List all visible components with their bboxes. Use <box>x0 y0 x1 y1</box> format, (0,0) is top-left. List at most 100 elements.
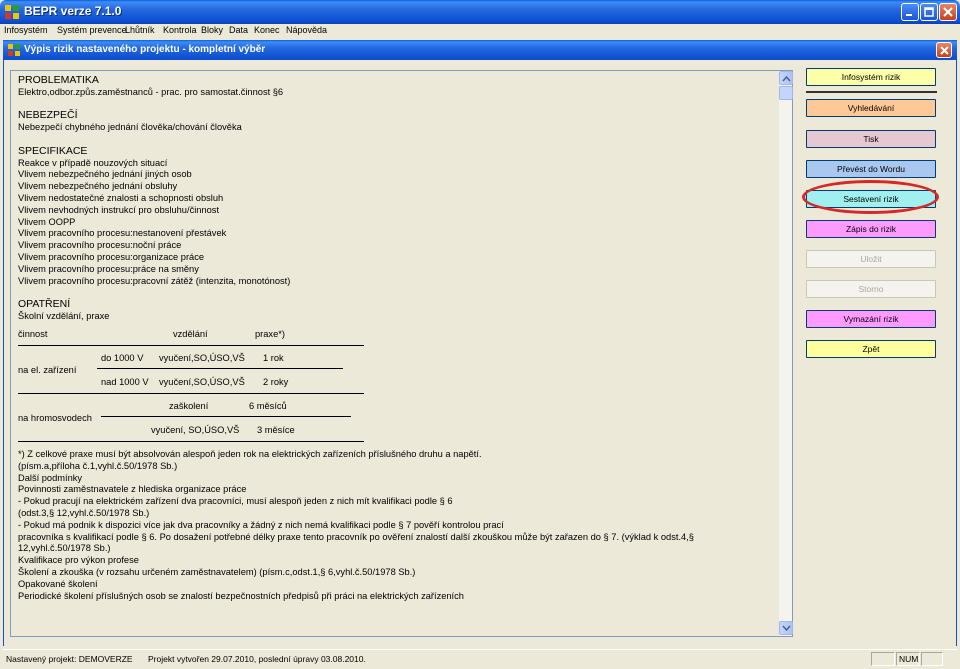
table-cell: nad 1000 V <box>101 377 149 387</box>
report-line: Školení a zkouška (v rozsahu určeném zam… <box>18 566 416 577</box>
zapis-do-rizik-button[interactable]: Zápis do rizik <box>806 220 936 238</box>
child-window-title: Výpis rizik nastaveného projektu - kompl… <box>24 44 266 55</box>
close-icon <box>940 46 949 55</box>
table-header-cell: činnost <box>18 329 48 339</box>
status-created: Projekt vytvořen 29.07.2010, poslední úp… <box>148 654 366 664</box>
report-line: Vlivem nebezpečného jednání obsluhy <box>18 181 178 192</box>
menu-data[interactable]: Data <box>229 25 248 35</box>
menu-bar: Infosystém Systém prevence Lhůtník Kontr… <box>0 24 960 38</box>
storno-button[interactable]: Storno <box>806 280 936 298</box>
vyhledavani-button[interactable]: Vyhledávání <box>806 99 936 117</box>
table-divider <box>18 441 364 442</box>
vertical-scrollbar[interactable] <box>778 71 793 636</box>
child-window-icon <box>8 44 20 56</box>
section-heading: Kvalifikace pro výkon profese <box>18 555 139 566</box>
report-line: (odst.3,§ 12,vyhl.č.50/1978 Sb.) <box>18 507 150 518</box>
report-line: Vlivem OOPP <box>18 216 76 227</box>
scroll-thumb[interactable] <box>779 86 793 100</box>
section-heading: PROBLEMATIKA <box>18 74 99 86</box>
table-cell: 1 rok <box>263 353 284 363</box>
report-line: Reakce v případě nouzových situací <box>18 157 168 168</box>
report-line: Vlivem nevhodných instrukcí pro obsluhu/… <box>18 204 220 215</box>
table-cell: 6 měsíců <box>249 401 287 411</box>
section-heading: Další podmínky <box>18 472 83 483</box>
table-divider <box>18 345 364 346</box>
report-line: Povinnosti zaměstnavatele z hlediska org… <box>18 484 247 495</box>
report-line: Periodické školení příslušných osob se z… <box>18 590 464 601</box>
report-line: Vlivem pracovního procesu:organizace prá… <box>18 251 205 262</box>
button-divider <box>806 91 937 93</box>
report-line: Vlivem pracovního procesu:nestanovení př… <box>18 228 227 239</box>
table-header-cell: praxe*) <box>255 329 285 339</box>
chevron-down-icon <box>782 625 791 632</box>
menu-konec[interactable]: Konec <box>254 25 280 35</box>
chevron-up-icon <box>782 75 791 82</box>
vymazani-rizik-button[interactable]: Vymazání rizik <box>806 310 936 328</box>
maximize-icon <box>924 7 934 17</box>
ulozit-button[interactable]: Uložit <box>806 250 936 268</box>
report-line: *) Z celkové praxe musí být absolvován a… <box>18 449 482 459</box>
report-line: (písm.a,příloha č.1,vyhl.č.50/1978 Sb.) <box>18 460 178 471</box>
risk-report-textarea[interactable]: PROBLEMATIKA Elektro,odbor.způs.zaměstna… <box>10 70 793 637</box>
table-cell: 3 měsíce <box>257 425 295 435</box>
table-cell: na el. zařízení <box>18 365 77 375</box>
section-heading: OPATŘENÍ <box>18 298 71 311</box>
table-header-cell: vzdělání <box>173 329 208 339</box>
report-line: - Pokud pracují na elektrickém zařízení … <box>18 496 453 507</box>
section-heading: SPECIFIKACE <box>18 144 88 157</box>
scroll-down-button[interactable] <box>779 621 793 635</box>
report-content: PROBLEMATIKA Elektro,odbor.způs.zaměstna… <box>18 74 778 323</box>
menu-bloky[interactable]: Bloky <box>201 25 223 35</box>
table-divider <box>18 393 364 394</box>
table-cell: do 1000 V <box>101 353 144 363</box>
table-cell: vyučení,SO,ÚSO,VŠ <box>159 377 245 387</box>
status-num-panel: NUM <box>896 652 920 666</box>
scroll-up-button[interactable] <box>779 71 793 85</box>
minimize-button[interactable] <box>901 3 919 21</box>
table-cell: 2 roky <box>263 377 289 387</box>
section-heading: NEBEZPEČÍ <box>18 109 78 122</box>
report-content-lower: *) Z celkové praxe musí být absolvován a… <box>18 449 778 602</box>
menu-kontrola[interactable]: Kontrola <box>163 25 197 35</box>
report-line: Vlivem nebezpečného jednání jiných osob <box>18 169 192 180</box>
status-scrl-panel <box>921 652 943 666</box>
table-cell: zaškolení <box>169 401 209 411</box>
status-bar: Nastavený projekt: DEMOVERZE Projekt vyt… <box>3 649 957 666</box>
menu-napoveda[interactable]: Nápověda <box>286 25 327 35</box>
section-heading: Opakované školení <box>18 578 98 589</box>
report-line: 12,vyhl.č.50/1978 Sb.) <box>18 543 111 554</box>
report-line: - Pokud má podnik k dispozici více jak d… <box>18 519 504 530</box>
minimize-icon <box>906 14 912 16</box>
table-cell: vyučení, SO,ÚSO,VŠ <box>151 425 240 435</box>
app-icon <box>5 5 19 19</box>
child-window-titlebar[interactable]: Výpis rizik nastaveného projektu - kompl… <box>3 40 957 60</box>
maximize-button[interactable] <box>920 3 938 21</box>
report-line: Nebezpečí chybného jednání člověka/chová… <box>18 122 242 133</box>
table-cell: vyučení,SO,ÚSO,VŠ <box>159 353 245 363</box>
status-caps-panel <box>871 652 895 666</box>
table-divider <box>97 368 343 369</box>
table-divider <box>101 416 351 417</box>
table-cell: na hromosvodech <box>18 413 92 423</box>
highlight-ellipse <box>802 180 939 214</box>
zpet-button[interactable]: Zpět <box>806 340 936 358</box>
tisk-button[interactable]: Tisk <box>806 130 936 148</box>
app-title: BEPR verze 7.1.0 <box>24 4 122 18</box>
close-button[interactable] <box>939 3 957 21</box>
report-line: Vlivem pracovního procesu:noční práce <box>18 240 182 251</box>
prevest-do-wordu-button[interactable]: Převést do Wordu <box>806 160 936 178</box>
menu-lhutnik[interactable]: Lhůtník <box>125 25 155 35</box>
report-line: pracovníka s kvalifikací podle § 6. Po d… <box>18 531 694 542</box>
app-titlebar[interactable]: BEPR verze 7.1.0 <box>0 0 960 24</box>
close-icon <box>943 7 953 17</box>
infosystem-rizik-button[interactable]: Infosystém rizik <box>806 68 936 86</box>
report-line: Školní vzdělání, praxe <box>18 310 110 321</box>
report-line: Vlivem nedostatečné znalosti a schopnost… <box>18 192 224 203</box>
status-project: Nastavený projekt: DEMOVERZE <box>6 654 133 664</box>
menu-system-prevence[interactable]: Systém prevence <box>57 25 127 35</box>
child-close-button[interactable] <box>936 42 952 58</box>
report-line: Elektro,odbor.způs.zaměstnanců - prac. p… <box>18 86 284 97</box>
menu-infosystem[interactable]: Infosystém <box>4 25 48 35</box>
report-line: Vlivem pracovního procesu:pracovní zátěž… <box>18 275 291 286</box>
report-line: Vlivem pracovního procesu:práce na směny <box>18 263 199 274</box>
